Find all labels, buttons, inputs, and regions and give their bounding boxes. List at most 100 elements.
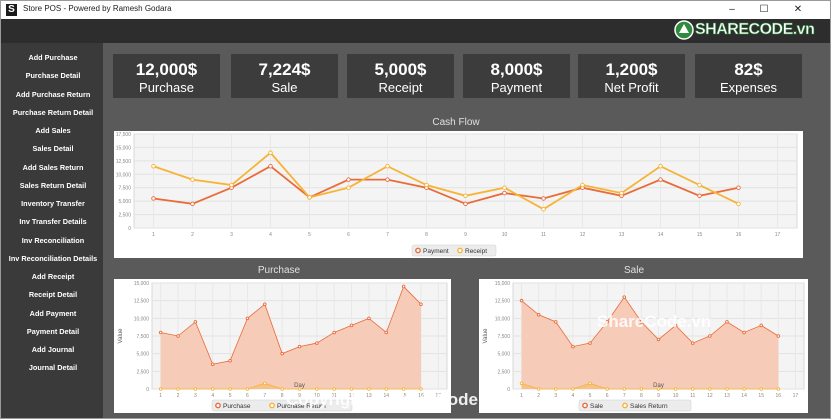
data-point[interactable] — [268, 150, 273, 156]
data-point[interactable] — [307, 195, 312, 200]
data-point[interactable] — [776, 334, 781, 338]
sidebar-item-inv-transfer-details[interactable]: Inv Transfer Details — [5, 213, 101, 231]
data-point[interactable] — [245, 387, 250, 391]
data-point[interactable] — [384, 330, 389, 335]
data-point[interactable] — [690, 387, 695, 391]
data-point[interactable] — [158, 387, 163, 391]
data-point[interactable] — [463, 201, 468, 207]
data-point[interactable] — [263, 381, 267, 386]
data-point[interactable] — [759, 387, 763, 391]
data-point[interactable] — [588, 341, 592, 345]
data-point[interactable] — [401, 284, 406, 289]
data-point[interactable] — [725, 320, 729, 324]
sidebar-item-sales-detail[interactable]: Sales Detail — [5, 140, 101, 158]
data-point[interactable] — [658, 163, 663, 169]
data-point[interactable] — [193, 320, 198, 324]
data-point[interactable] — [588, 381, 592, 386]
data-point[interactable] — [245, 316, 250, 321]
data-point[interactable] — [502, 190, 507, 196]
sidebar-item-purchase-detail[interactable]: Purchase Detail — [5, 67, 101, 85]
data-point[interactable] — [419, 302, 423, 306]
sidebar-item-add-payment[interactable]: Add Payment — [5, 305, 101, 323]
sidebar-item-add-purchase[interactable]: Add Purchase — [5, 49, 101, 67]
sidebar-item-purchase-return-detail[interactable]: Purchase Return Detail — [5, 104, 101, 122]
data-point[interactable] — [346, 177, 351, 182]
data-point[interactable] — [190, 201, 195, 207]
data-point[interactable] — [571, 344, 575, 349]
data-point[interactable] — [658, 177, 663, 182]
data-point[interactable] — [697, 193, 702, 199]
data-point[interactable] — [367, 316, 371, 321]
data-point[interactable] — [759, 323, 763, 328]
data-point[interactable] — [280, 387, 284, 391]
data-point[interactable] — [742, 387, 746, 391]
data-point[interactable] — [519, 298, 524, 303]
data-point[interactable] — [541, 206, 546, 212]
data-point[interactable] — [690, 341, 695, 345]
data-point[interactable] — [349, 323, 354, 328]
sidebar-item-add-journal[interactable]: Add Journal — [5, 341, 101, 359]
data-point[interactable] — [580, 182, 585, 188]
data-point[interactable] — [742, 330, 746, 335]
data-point[interactable] — [605, 387, 609, 391]
data-point[interactable] — [297, 344, 302, 349]
title-bar[interactable]: S Store POS - Powered by Ramesh Godara –… — [1, 1, 830, 19]
sidebar-item-inv-reconciliation[interactable]: Inv Reconciliation — [5, 232, 101, 250]
sidebar-item-sales-return-detail[interactable]: Sales Return Detail — [5, 177, 101, 195]
sidebar-item-receipt-detail[interactable]: Receipt Detail — [5, 286, 101, 304]
sidebar-item-add-sales-return[interactable]: Add Sales Return — [5, 159, 101, 177]
close-button[interactable]: ✕ — [784, 1, 812, 19]
data-point[interactable] — [619, 190, 624, 196]
data-point[interactable] — [385, 177, 390, 182]
sidebar-item-add-purchase-return[interactable]: Add Purchase Return — [5, 86, 101, 104]
data-point[interactable] — [463, 193, 468, 199]
sidebar-item-add-sales[interactable]: Add Sales — [5, 122, 101, 140]
data-point[interactable] — [210, 387, 215, 391]
data-point[interactable] — [536, 387, 541, 391]
data-point[interactable] — [725, 387, 729, 391]
data-point[interactable] — [708, 334, 712, 338]
data-point[interactable] — [571, 387, 575, 391]
sidebar-item-inventory-transfer[interactable]: Inventory Transfer — [5, 195, 101, 213]
data-point[interactable] — [176, 334, 180, 338]
data-point[interactable] — [673, 387, 678, 391]
data-point[interactable] — [190, 177, 195, 182]
data-point[interactable] — [622, 295, 627, 299]
data-point[interactable] — [193, 387, 198, 391]
data-point[interactable] — [280, 351, 284, 356]
data-point[interactable] — [541, 196, 546, 201]
data-point[interactable] — [346, 185, 351, 190]
data-point[interactable] — [151, 196, 156, 201]
data-point[interactable] — [622, 387, 627, 391]
data-point[interactable] — [536, 313, 541, 317]
data-point[interactable] — [229, 182, 234, 188]
data-point[interactable] — [315, 341, 319, 345]
data-point[interactable] — [158, 330, 163, 335]
data-point[interactable] — [697, 182, 702, 188]
data-point[interactable] — [176, 387, 180, 391]
data-point[interactable] — [776, 387, 781, 391]
data-point[interactable] — [708, 387, 712, 391]
data-point[interactable] — [268, 163, 273, 169]
data-point[interactable] — [151, 163, 156, 169]
data-point[interactable] — [736, 201, 741, 207]
maximize-button[interactable]: ☐ — [750, 1, 778, 19]
sidebar-item-journal-detail[interactable]: Journal Detail — [5, 359, 101, 377]
data-point[interactable] — [736, 185, 741, 190]
minimize-button[interactable]: – — [718, 1, 746, 19]
data-point[interactable] — [656, 337, 661, 342]
data-point[interactable] — [228, 387, 232, 391]
sidebar-item-payment-detail[interactable]: Payment Detail — [5, 323, 101, 341]
data-point[interactable] — [385, 163, 390, 169]
data-point[interactable] — [639, 387, 644, 391]
data-point[interactable] — [263, 302, 267, 306]
data-point[interactable] — [519, 381, 524, 386]
sidebar-item-inv-reconciliation-details[interactable]: Inv Reconciliation Details — [5, 250, 101, 268]
data-point[interactable] — [502, 185, 507, 190]
sidebar-item-add-receipt[interactable]: Add Receipt — [5, 268, 101, 286]
data-point[interactable] — [554, 387, 558, 391]
data-point[interactable] — [554, 320, 558, 324]
data-point[interactable] — [424, 182, 429, 188]
data-point[interactable] — [332, 330, 336, 335]
data-point[interactable] — [228, 358, 232, 363]
